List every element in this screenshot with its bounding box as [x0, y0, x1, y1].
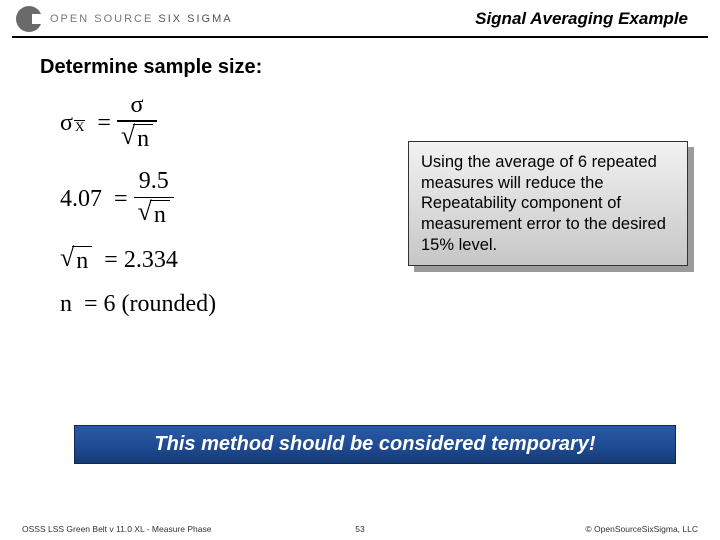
- brand-logo-icon: [16, 6, 42, 32]
- footer-left: OSSS LSS Green Belt v 11.0 XL - Measure …: [22, 524, 211, 534]
- equations-block: σX = σ √ n 4.07 = 9.5: [60, 93, 320, 317]
- equation-3: √ n = 2.334: [60, 246, 320, 276]
- sqrt-n-3: √ n: [60, 246, 92, 276]
- fraction-9p5-over-rootn: 9.5 √ n: [134, 169, 174, 229]
- section-heading: Determine sample size:: [0, 38, 720, 79]
- warning-banner: This method should be considered tempora…: [74, 425, 676, 464]
- callout-box: Using the average of 6 repeated measures…: [408, 141, 688, 266]
- slide-title: Signal Averaging Example: [475, 9, 704, 29]
- slide-footer: OSSS LSS Green Belt v 11.0 XL - Measure …: [0, 524, 720, 534]
- equation-1: σX = σ √ n: [60, 93, 320, 153]
- callout-text: Using the average of 6 repeated measures…: [408, 141, 688, 266]
- footer-copyright: © OpenSourceSixSigma, LLC: [585, 524, 698, 534]
- sqrt-n-2: √ n: [138, 200, 170, 230]
- sqrt-n-1: √ n: [121, 124, 153, 154]
- sigma-xbar: σX: [60, 111, 85, 136]
- page-number: 53: [355, 524, 364, 534]
- equation-2: 4.07 = 9.5 √ n: [60, 169, 320, 229]
- equation-4: n = 6 (rounded): [60, 292, 320, 317]
- brand-part1: OPEN SOURCE: [50, 13, 153, 25]
- warning-banner-wrap: This method should be considered tempora…: [74, 425, 676, 464]
- content-area: σX = σ √ n 4.07 = 9.5: [0, 79, 720, 389]
- slide-header: OPEN SOURCE SIX SIGMA Signal Averaging E…: [0, 0, 720, 34]
- brand-part2: SIX SIGMA: [158, 13, 232, 25]
- fraction-sigma-over-rootn: σ √ n: [117, 93, 157, 153]
- brand-text: OPEN SOURCE SIX SIGMA: [50, 13, 233, 25]
